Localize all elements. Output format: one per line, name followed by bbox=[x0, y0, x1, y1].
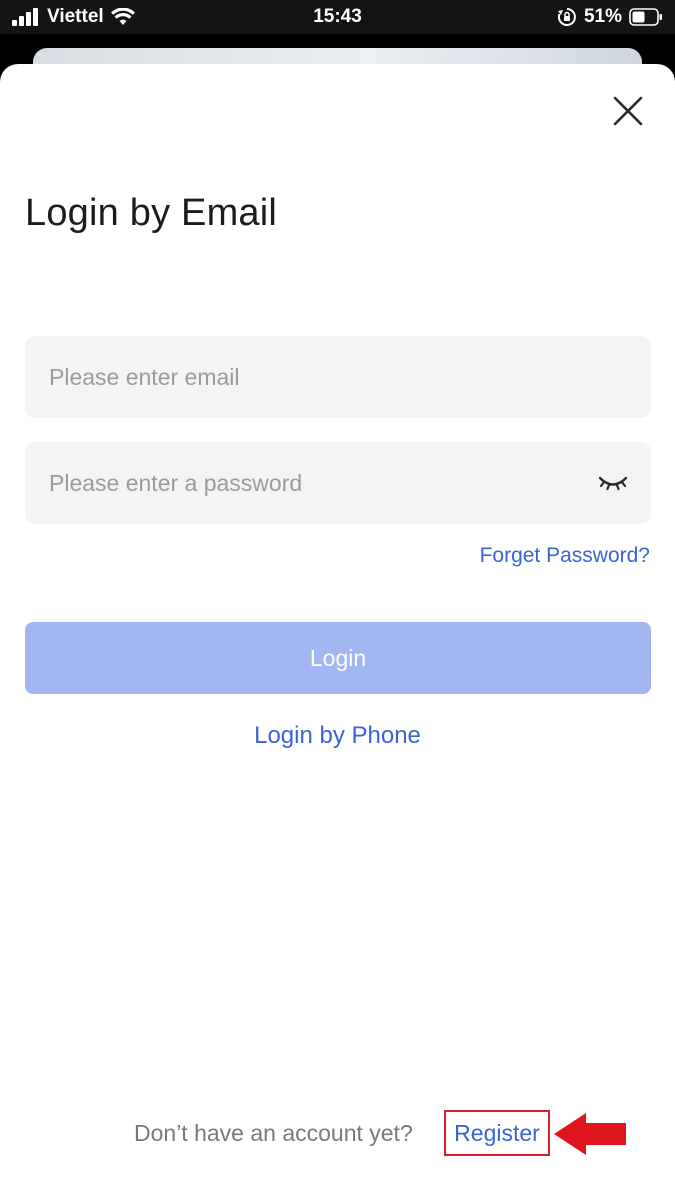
email-field[interactable] bbox=[25, 336, 651, 418]
battery-icon bbox=[629, 8, 662, 26]
close-icon bbox=[613, 96, 643, 126]
password-field[interactable] bbox=[25, 442, 651, 524]
page-title: Login by Email bbox=[25, 192, 278, 234]
register-link[interactable]: Register bbox=[444, 1110, 550, 1156]
password-visibility-toggle[interactable] bbox=[597, 469, 629, 497]
close-button[interactable] bbox=[610, 93, 646, 129]
register-label: Register bbox=[454, 1119, 540, 1146]
password-field-container bbox=[25, 442, 651, 524]
status-bar: Viettel 15:43 51% bbox=[0, 0, 675, 34]
login-by-phone-link[interactable]: Login by Phone bbox=[254, 722, 421, 749]
register-prompt: Don’t have an account yet? bbox=[134, 1120, 413, 1146]
login-by-phone-row: Login by Phone bbox=[0, 722, 675, 750]
eye-closed-icon bbox=[598, 476, 628, 491]
status-right: 51% bbox=[557, 5, 663, 29]
red-arrow-left-icon bbox=[554, 1113, 626, 1155]
email-field-container bbox=[25, 336, 651, 418]
login-button[interactable]: Login bbox=[25, 622, 651, 694]
battery-percent: 51% bbox=[583, 6, 622, 27]
forget-password-link[interactable]: Forget Password? bbox=[480, 544, 650, 568]
rotation-lock-icon bbox=[557, 8, 576, 26]
